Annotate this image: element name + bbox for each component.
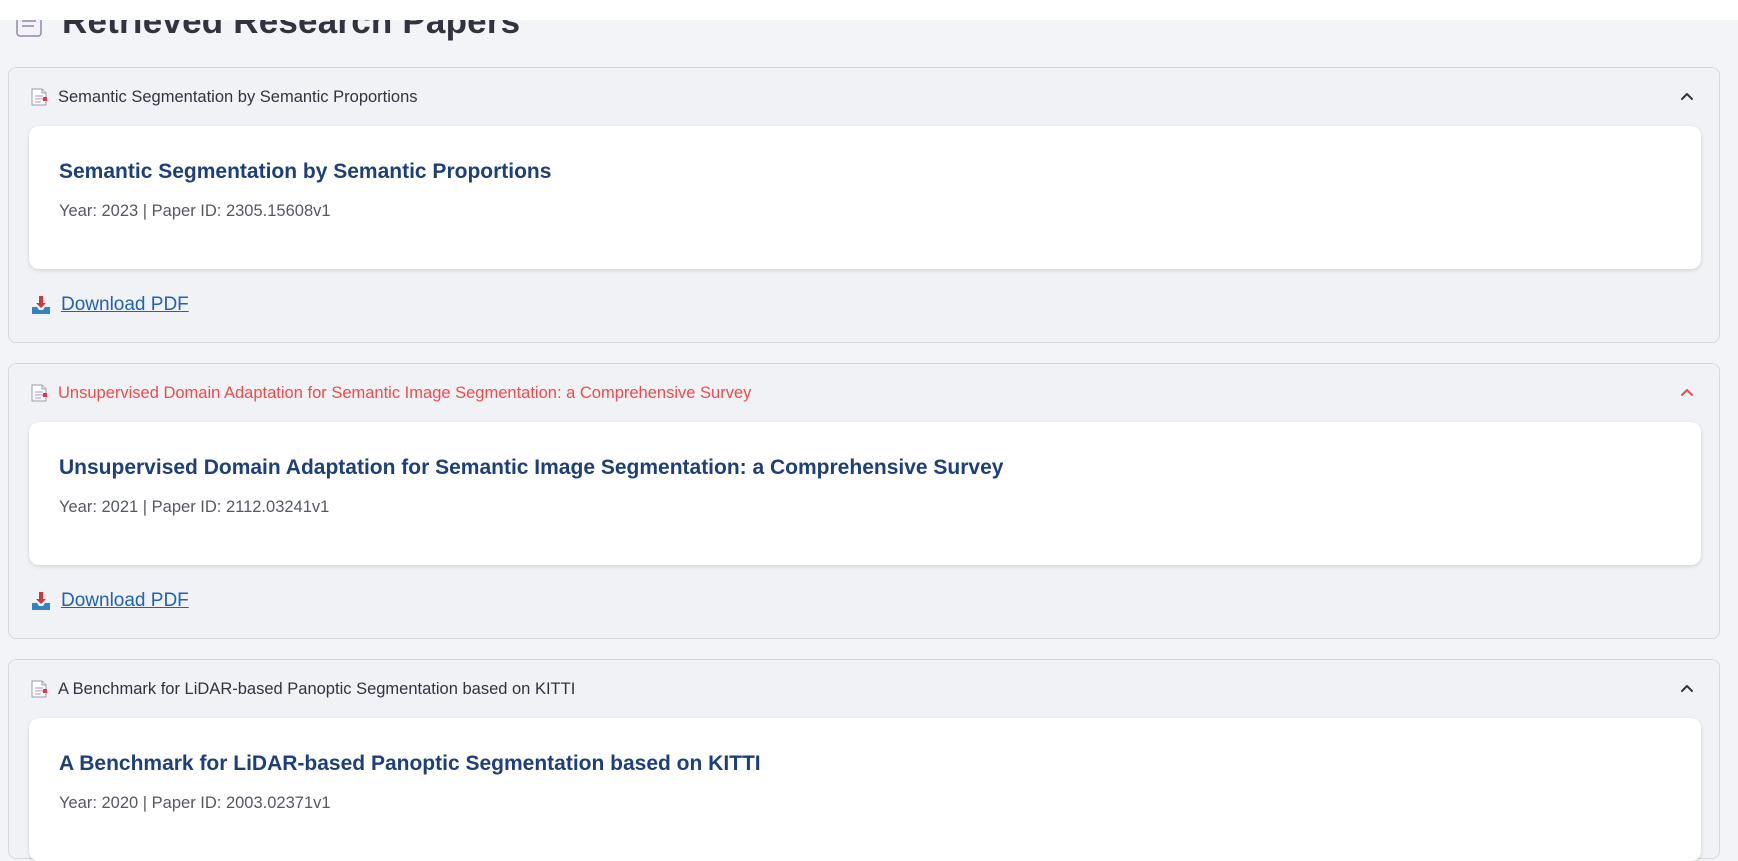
paper-card: Semantic Segmentation by Semantic Propor… xyxy=(29,126,1701,269)
download-pdf-link[interactable]: Download PDF xyxy=(29,294,189,316)
download-pdf-link[interactable]: Download PDF xyxy=(29,590,189,612)
paper-title: Unsupervised Domain Adaptation for Seman… xyxy=(59,456,1004,479)
paper-expander: Unsupervised Domain Adaptation for Seman… xyxy=(8,363,1720,639)
paper-title: A Benchmark for LiDAR-based Panoptic Seg… xyxy=(59,752,761,775)
page-facing-up-icon xyxy=(31,680,47,698)
download-label: Download PDF xyxy=(61,294,189,315)
chevron-up-icon[interactable] xyxy=(1679,385,1695,401)
inbox-tray-icon xyxy=(29,590,53,612)
top-bar xyxy=(0,0,1738,20)
chevron-up-icon[interactable] xyxy=(1679,89,1695,105)
expander-header[interactable]: A Benchmark for LiDAR-based Panoptic Seg… xyxy=(9,660,1719,718)
page-facing-up-icon xyxy=(31,88,47,106)
page-facing-up-icon xyxy=(31,384,47,402)
expander-label: Semantic Segmentation by Semantic Propor… xyxy=(58,87,418,106)
expander-header[interactable]: Unsupervised Domain Adaptation for Seman… xyxy=(9,364,1719,422)
inbox-tray-icon xyxy=(29,294,53,316)
paper-meta: Year: 2023 | Paper ID: 2305.15608v1 xyxy=(59,202,331,220)
paper-card: A Benchmark for LiDAR-based Panoptic Seg… xyxy=(29,718,1701,861)
download-label: Download PDF xyxy=(61,590,189,611)
expander-label: Unsupervised Domain Adaptation for Seman… xyxy=(58,383,752,402)
expander-label: A Benchmark for LiDAR-based Panoptic Seg… xyxy=(58,679,576,698)
paper-meta: Year: 2020 | Paper ID: 2003.02371v1 xyxy=(59,794,331,812)
paper-meta: Year: 2021 | Paper ID: 2112.03241v1 xyxy=(59,498,330,516)
paper-title: Semantic Segmentation by Semantic Propor… xyxy=(59,160,552,183)
paper-card: Unsupervised Domain Adaptation for Seman… xyxy=(29,422,1701,565)
chevron-up-icon[interactable] xyxy=(1679,681,1695,697)
paper-expander: Semantic Segmentation by Semantic Propor… xyxy=(8,67,1720,343)
expander-header[interactable]: Semantic Segmentation by Semantic Propor… xyxy=(9,68,1719,126)
paper-expander: A Benchmark for LiDAR-based Panoptic Seg… xyxy=(8,659,1720,861)
